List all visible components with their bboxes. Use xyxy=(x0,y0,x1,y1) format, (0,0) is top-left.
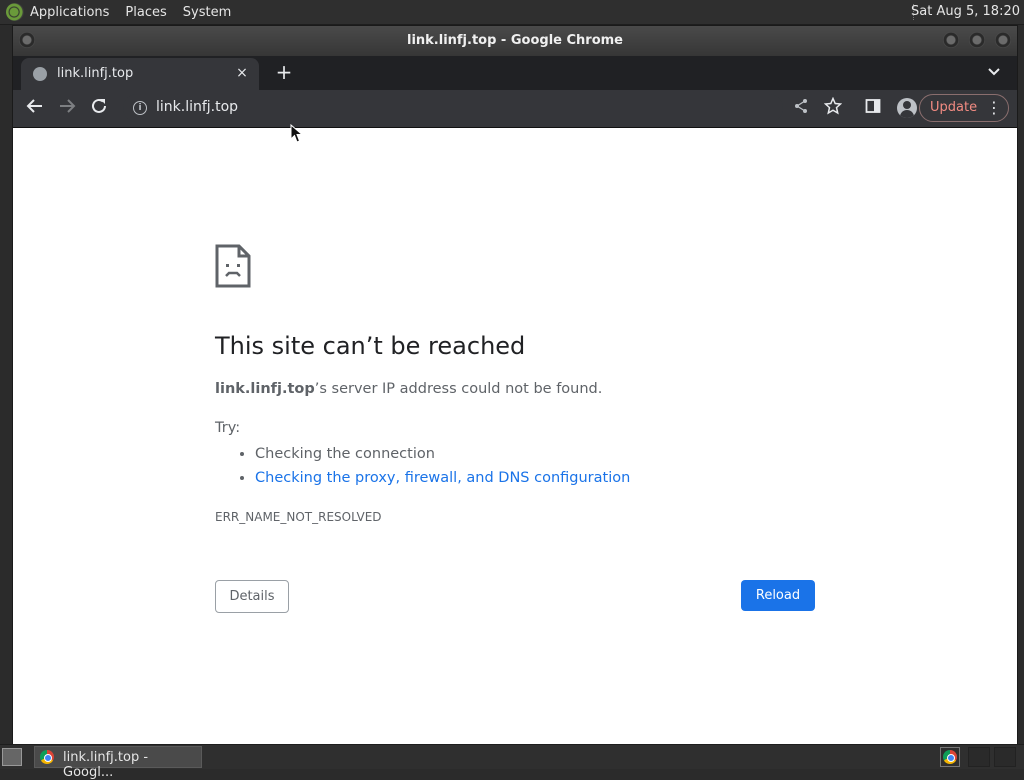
tab-strip: link.linfj.top × + xyxy=(13,56,1017,90)
error-heading: This site can’t be reached xyxy=(215,332,526,360)
distro-logo-icon[interactable] xyxy=(6,3,24,21)
mouse-cursor-icon xyxy=(290,124,304,143)
tab-title: link.linfj.top xyxy=(57,66,134,81)
window-title: link.linfj.top - Google Chrome xyxy=(406,33,623,48)
chrome-icon xyxy=(943,750,957,764)
chrome-icon xyxy=(40,750,54,764)
update-label: Update xyxy=(930,100,978,115)
window-titlebar[interactable]: link.linfj.top - Google Chrome xyxy=(13,26,1017,56)
forward-button[interactable] xyxy=(55,97,79,121)
minimize-button[interactable] xyxy=(943,32,959,48)
globe-icon xyxy=(33,67,47,81)
reload-button[interactable] xyxy=(87,97,111,121)
new-tab-button[interactable]: + xyxy=(273,61,295,83)
error-host: link.linfj.top xyxy=(215,381,315,397)
taskbar-window-label: link.linfj.top - Googl... xyxy=(63,750,149,780)
error-description-text: ’s server IP address could not be found. xyxy=(314,381,603,397)
menu-applications[interactable]: Applications xyxy=(30,5,109,20)
side-panel-icon xyxy=(865,99,881,113)
show-desktop-button[interactable] xyxy=(2,748,22,766)
taskbar-chrome-window[interactable]: link.linfj.top - Googl... xyxy=(34,746,202,780)
side-panel-button[interactable] xyxy=(861,97,885,121)
error-code: ERR_NAME_NOT_RESOLVED xyxy=(215,510,382,524)
taskbar: link.linfj.top - Googl... xyxy=(0,744,1024,780)
browser-toolbar: i link.linfj.top Update ⋮ xyxy=(13,90,1017,128)
bookmark-button[interactable] xyxy=(821,96,845,121)
back-button[interactable] xyxy=(23,97,47,121)
suggestions-list: Checking the connection Checking the pro… xyxy=(215,442,630,490)
menu-places[interactable]: Places xyxy=(125,5,166,20)
star-icon xyxy=(823,96,843,115)
share-button[interactable] xyxy=(789,97,813,121)
reload-icon xyxy=(92,98,106,113)
menu-system[interactable]: System xyxy=(183,5,231,20)
share-icon xyxy=(795,99,807,113)
forward-arrow-icon xyxy=(60,99,76,113)
url-text[interactable]: link.linfj.top xyxy=(156,99,238,115)
chevron-down-icon xyxy=(988,68,1000,76)
workspace-1[interactable] xyxy=(968,747,990,767)
profile-icon[interactable] xyxy=(897,98,917,118)
maximize-button[interactable] xyxy=(969,32,985,48)
tray-chrome-launcher[interactable] xyxy=(940,747,960,767)
error-description: link.linfj.top’s server IP address could… xyxy=(215,381,602,397)
details-button[interactable]: Details xyxy=(215,580,289,613)
window-menu-button[interactable] xyxy=(19,32,35,48)
back-arrow-icon xyxy=(26,99,42,113)
suggestion-check-connection: Checking the connection xyxy=(255,442,630,466)
tab-active[interactable]: link.linfj.top × xyxy=(21,58,259,90)
kebab-menu-icon[interactable]: ⋮ xyxy=(986,98,1002,117)
page-content: This site can’t be reached link.linfj.to… xyxy=(13,128,1017,744)
sad-document-icon xyxy=(215,244,251,288)
info-icon[interactable]: i xyxy=(133,101,147,115)
workspace-2[interactable] xyxy=(994,747,1016,767)
omnibox[interactable]: i link.linfj.top xyxy=(123,94,783,122)
reload-page-button[interactable]: Reload xyxy=(741,580,815,611)
try-label: Try: xyxy=(215,420,241,436)
suggestion-check-proxy-link[interactable]: Checking the proxy, firewall, and DNS co… xyxy=(255,470,630,486)
update-button[interactable]: Update ⋮ xyxy=(919,94,1009,122)
tab-search-button[interactable] xyxy=(985,63,1003,81)
browser-window: link.linfj.top - Google Chrome link.linf… xyxy=(12,25,1018,744)
close-window-button[interactable] xyxy=(995,32,1011,48)
tab-close-button[interactable]: × xyxy=(233,64,251,82)
top-panel: Applications Places System Sat Aug 5, 18… xyxy=(0,0,1024,25)
clock[interactable]: Sat Aug 5, 18:20 xyxy=(911,0,1020,24)
